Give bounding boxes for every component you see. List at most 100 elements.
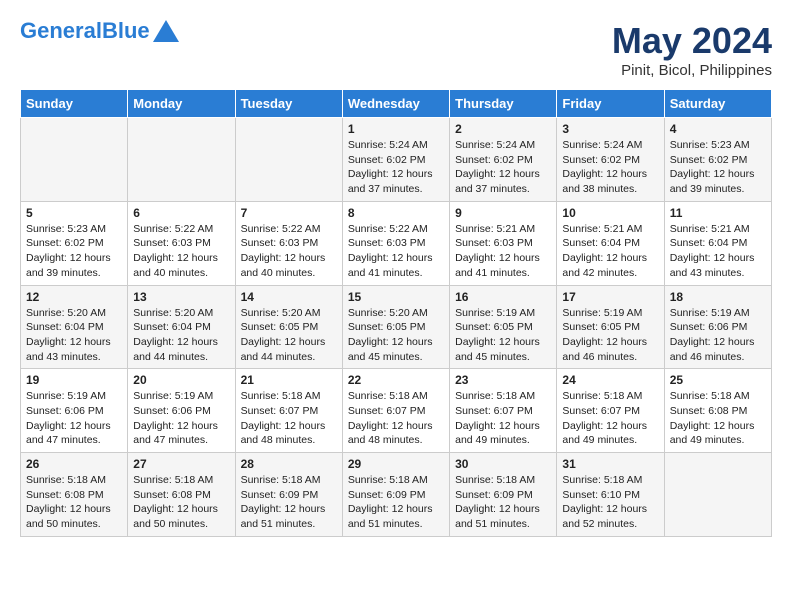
day-info: Sunrise: 5:22 AM Sunset: 6:03 PM Dayligh… (241, 222, 337, 281)
day-number: 17 (562, 290, 658, 304)
day-info: Sunrise: 5:20 AM Sunset: 6:04 PM Dayligh… (133, 306, 229, 365)
day-number: 29 (348, 457, 444, 471)
logo-blue: Blue (102, 18, 150, 43)
week-row-1: 1 Sunrise: 5:24 AM Sunset: 6:02 PM Daylig… (21, 118, 772, 202)
location-title: Pinit, Bicol, Philippines (612, 62, 772, 79)
calendar-cell: 27 Sunrise: 5:18 AM Sunset: 6:08 PM Dayli… (128, 453, 235, 537)
calendar-cell: 16 Sunrise: 5:19 AM Sunset: 6:05 PM Dayli… (450, 285, 557, 369)
day-info: Sunrise: 5:20 AM Sunset: 6:05 PM Dayligh… (348, 306, 444, 365)
day-number: 14 (241, 290, 337, 304)
day-info: Sunrise: 5:18 AM Sunset: 6:07 PM Dayligh… (455, 389, 551, 448)
day-number: 10 (562, 206, 658, 220)
day-number: 1 (348, 122, 444, 136)
day-number: 15 (348, 290, 444, 304)
day-info: Sunrise: 5:18 AM Sunset: 6:07 PM Dayligh… (241, 389, 337, 448)
header-cell-sunday: Sunday (21, 90, 128, 118)
week-row-4: 19 Sunrise: 5:19 AM Sunset: 6:06 PM Dayli… (21, 369, 772, 453)
day-info: Sunrise: 5:18 AM Sunset: 6:09 PM Dayligh… (455, 473, 551, 532)
day-number: 16 (455, 290, 551, 304)
week-row-2: 5 Sunrise: 5:23 AM Sunset: 6:02 PM Daylig… (21, 201, 772, 285)
day-number: 20 (133, 373, 229, 387)
calendar-cell (664, 453, 771, 537)
calendar-cell: 11 Sunrise: 5:21 AM Sunset: 6:04 PM Dayli… (664, 201, 771, 285)
day-info: Sunrise: 5:23 AM Sunset: 6:02 PM Dayligh… (670, 138, 766, 197)
day-info: Sunrise: 5:21 AM Sunset: 6:04 PM Dayligh… (562, 222, 658, 281)
header-cell-wednesday: Wednesday (342, 90, 449, 118)
calendar-cell: 3 Sunrise: 5:24 AM Sunset: 6:02 PM Daylig… (557, 118, 664, 202)
month-title: May 2024 (612, 20, 772, 62)
day-info: Sunrise: 5:22 AM Sunset: 6:03 PM Dayligh… (133, 222, 229, 281)
calendar-cell: 13 Sunrise: 5:20 AM Sunset: 6:04 PM Dayli… (128, 285, 235, 369)
calendar-cell: 1 Sunrise: 5:24 AM Sunset: 6:02 PM Daylig… (342, 118, 449, 202)
day-number: 7 (241, 206, 337, 220)
day-info: Sunrise: 5:19 AM Sunset: 6:05 PM Dayligh… (455, 306, 551, 365)
calendar-cell: 25 Sunrise: 5:18 AM Sunset: 6:08 PM Dayli… (664, 369, 771, 453)
day-info: Sunrise: 5:20 AM Sunset: 6:04 PM Dayligh… (26, 306, 122, 365)
calendar-cell: 28Sunrise: 5:18 AM Sunset: 6:09 PM Dayli… (235, 453, 342, 537)
day-number: 5 (26, 206, 122, 220)
day-number: 9 (455, 206, 551, 220)
day-number: 27 (133, 457, 229, 471)
calendar-cell: 2Sunrise: 5:24 AM Sunset: 6:02 PM Daylig… (450, 118, 557, 202)
day-info: Sunrise: 5:19 AM Sunset: 6:06 PM Dayligh… (670, 306, 766, 365)
day-info: Sunrise: 5:22 AM Sunset: 6:03 PM Dayligh… (348, 222, 444, 281)
header-cell-tuesday: Tuesday (235, 90, 342, 118)
calendar-cell: 20 Sunrise: 5:19 AM Sunset: 6:06 PM Dayli… (128, 369, 235, 453)
calendar-cell: 6 Sunrise: 5:22 AM Sunset: 6:03 PM Daylig… (128, 201, 235, 285)
day-number: 26 (26, 457, 122, 471)
calendar-cell: 8 Sunrise: 5:22 AM Sunset: 6:03 PM Daylig… (342, 201, 449, 285)
day-number: 11 (670, 206, 766, 220)
day-info: Sunrise: 5:18 AM Sunset: 6:08 PM Dayligh… (670, 389, 766, 448)
day-info: Sunrise: 5:18 AM Sunset: 6:08 PM Dayligh… (133, 473, 229, 532)
day-number: 4 (670, 122, 766, 136)
day-info: Sunrise: 5:23 AM Sunset: 6:02 PM Dayligh… (26, 222, 122, 281)
calendar-cell (235, 118, 342, 202)
day-info: Sunrise: 5:24 AM Sunset: 6:02 PM Dayligh… (348, 138, 444, 197)
calendar-table: SundayMondayTuesdayWednesdayThursdayFrid… (20, 89, 772, 537)
calendar-cell (128, 118, 235, 202)
day-number: 3 (562, 122, 658, 136)
day-info: Sunrise: 5:18 AM Sunset: 6:08 PM Dayligh… (26, 473, 122, 532)
day-number: 28 (241, 457, 337, 471)
header-cell-friday: Friday (557, 90, 664, 118)
day-number: 13 (133, 290, 229, 304)
day-info: Sunrise: 5:18 AM Sunset: 6:10 PM Dayligh… (562, 473, 658, 532)
header-cell-saturday: Saturday (664, 90, 771, 118)
calendar-cell: 29Sunrise: 5:18 AM Sunset: 6:09 PM Dayli… (342, 453, 449, 537)
day-info: Sunrise: 5:20 AM Sunset: 6:05 PM Dayligh… (241, 306, 337, 365)
day-info: Sunrise: 5:18 AM Sunset: 6:07 PM Dayligh… (562, 389, 658, 448)
header-cell-monday: Monday (128, 90, 235, 118)
day-number: 6 (133, 206, 229, 220)
calendar-cell: 18Sunrise: 5:19 AM Sunset: 6:06 PM Dayli… (664, 285, 771, 369)
logo-text: GeneralBlue (20, 20, 150, 42)
calendar-cell: 14 Sunrise: 5:20 AM Sunset: 6:05 PM Dayli… (235, 285, 342, 369)
header-row: SundayMondayTuesdayWednesdayThursdayFrid… (21, 90, 772, 118)
calendar-cell: 26 Sunrise: 5:18 AM Sunset: 6:08 PM Dayli… (21, 453, 128, 537)
calendar-cell: 19Sunrise: 5:19 AM Sunset: 6:06 PM Dayli… (21, 369, 128, 453)
day-number: 25 (670, 373, 766, 387)
header: GeneralBlue May 2024 Pinit, Bicol, Phili… (20, 20, 772, 79)
day-number: 19 (26, 373, 122, 387)
day-number: 22 (348, 373, 444, 387)
logo: GeneralBlue (20, 20, 179, 42)
calendar-cell (21, 118, 128, 202)
calendar-cell: 17 Sunrise: 5:19 AM Sunset: 6:05 PM Dayli… (557, 285, 664, 369)
day-number: 31 (562, 457, 658, 471)
logo-general: General (20, 18, 102, 43)
calendar-cell: 23Sunrise: 5:18 AM Sunset: 6:07 PM Dayli… (450, 369, 557, 453)
day-info: Sunrise: 5:24 AM Sunset: 6:02 PM Dayligh… (562, 138, 658, 197)
day-info: Sunrise: 5:21 AM Sunset: 6:03 PM Dayligh… (455, 222, 551, 281)
header-cell-thursday: Thursday (450, 90, 557, 118)
day-info: Sunrise: 5:19 AM Sunset: 6:06 PM Dayligh… (133, 389, 229, 448)
calendar-cell: 22Sunrise: 5:18 AM Sunset: 6:07 PM Dayli… (342, 369, 449, 453)
day-info: Sunrise: 5:19 AM Sunset: 6:05 PM Dayligh… (562, 306, 658, 365)
week-row-5: 26 Sunrise: 5:18 AM Sunset: 6:08 PM Dayli… (21, 453, 772, 537)
calendar-cell: 5 Sunrise: 5:23 AM Sunset: 6:02 PM Daylig… (21, 201, 128, 285)
day-info: Sunrise: 5:21 AM Sunset: 6:04 PM Dayligh… (670, 222, 766, 281)
calendar-cell: 4 Sunrise: 5:23 AM Sunset: 6:02 PM Daylig… (664, 118, 771, 202)
calendar-cell: 21 Sunrise: 5:18 AM Sunset: 6:07 PM Dayli… (235, 369, 342, 453)
day-number: 21 (241, 373, 337, 387)
calendar-cell: 31 Sunrise: 5:18 AM Sunset: 6:10 PM Dayli… (557, 453, 664, 537)
calendar-cell: 12Sunrise: 5:20 AM Sunset: 6:04 PM Dayli… (21, 285, 128, 369)
day-number: 8 (348, 206, 444, 220)
